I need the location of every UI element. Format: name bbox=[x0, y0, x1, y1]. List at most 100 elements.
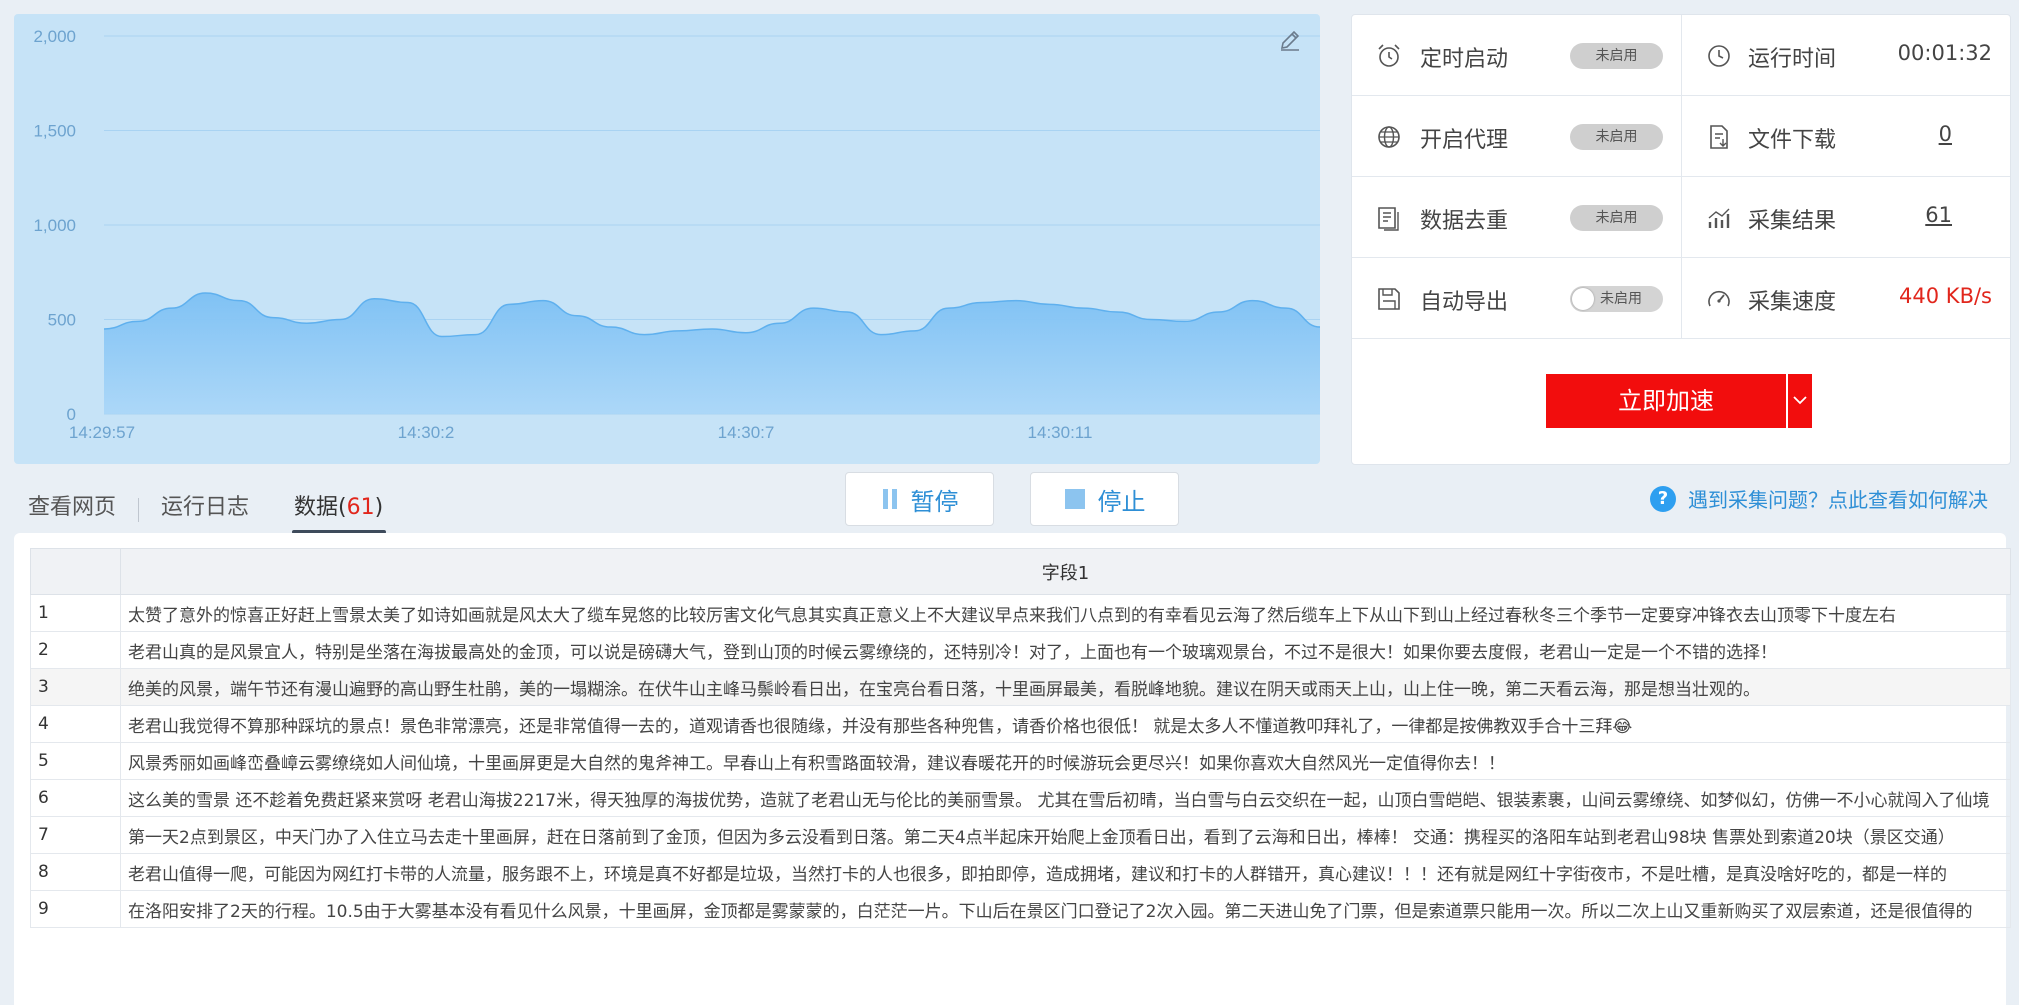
row-field1[interactable]: 在洛阳安排了2天的行程。10.5由于大雾基本没有看见什么风景，十里画屏，金顶都是… bbox=[120, 890, 2011, 928]
column-header-field1[interactable]: 字段1 bbox=[120, 548, 2011, 595]
y-tick-label: 1,500 bbox=[33, 122, 76, 141]
row-index: 4 bbox=[30, 705, 121, 743]
pause-button[interactable]: 暂停 bbox=[845, 472, 994, 526]
row-index: 1 bbox=[30, 594, 121, 632]
accelerate-button[interactable]: 立即加速 bbox=[1546, 374, 1786, 428]
row-field1[interactable]: 老君山我觉得不算那种踩坑的景点！景色非常漂亮，还是非常值得一去的，道观请香也很随… bbox=[120, 705, 2011, 743]
proxy-badge[interactable]: 未启用 bbox=[1570, 124, 1663, 150]
globe-icon bbox=[1378, 126, 1400, 148]
row-index: 9 bbox=[30, 890, 121, 928]
dedup-label: 数据去重 bbox=[1420, 209, 1509, 234]
y-tick-label: 1,000 bbox=[33, 216, 76, 235]
row-field1[interactable]: 这么美的雪景 还不趁着免费赶紧来赏呀 老君山海拔2217米，得天独厚的海拔优势，… bbox=[120, 779, 2011, 817]
tab-view-page[interactable]: 查看网页 bbox=[28, 488, 116, 532]
file-download-icon bbox=[1710, 125, 1728, 149]
accelerate-dropdown[interactable] bbox=[1786, 374, 1812, 428]
table-row[interactable]: 9 在洛阳安排了2天的行程。10.5由于大雾基本没有看见什么风景，十里画屏，金顶都… bbox=[30, 890, 2011, 928]
chart-canvas: 2,000 1,500 1,000 500 014:29:57 14:30:2 14:30:… bbox=[33, 27, 1320, 442]
speed-value: 440 KB/s bbox=[1899, 284, 1992, 308]
table-row[interactable]: 2 老君山真的是风景宜人，特别是坐落在海拔最高处的金顶，可以说是磅礴大气，登到山顶… bbox=[30, 631, 2011, 669]
question-icon: ? bbox=[1650, 485, 1676, 512]
tab-data-count: 61 bbox=[346, 495, 375, 520]
tab-data-suffix: ) bbox=[374, 495, 384, 520]
status-row-3: 数据去重 未启用 采集结果 61 bbox=[1352, 177, 2010, 258]
save-export-icon bbox=[1378, 288, 1400, 310]
status-row-4: 自动导出 未启用 采集速度 440 KB/s bbox=[1352, 258, 2010, 339]
chevron-down-icon bbox=[1793, 396, 1807, 405]
row-index: 7 bbox=[30, 816, 121, 854]
data-table: 字段1 1 太赞了意外的惊喜正好赶上雪景太美了如诗如画就是风太大了缆车晃悠的比较厉… bbox=[30, 548, 2011, 928]
dedup: 数据去重 未启用 bbox=[1352, 177, 1681, 257]
scheduled-start: 定时启动 未启用 bbox=[1352, 15, 1681, 95]
table-row[interactable]: 8 老君山值得一爬，可能因为网红打卡带的人流量，服务跟不上，环境是真不好都是垃圾，… bbox=[30, 853, 2011, 891]
table-row[interactable]: 3 绝美的风景，端午节还有漫山遍野的高山野生杜鹃，美的一塌糊涂。在伏牛山主峰马鬃岭… bbox=[30, 668, 2011, 706]
x-tick-label: 14:30:11 bbox=[1028, 423, 1093, 442]
table-row[interactable]: 7 第一天2点到景区，中天门办了入住立马去走十里画屏，赶在日落前到了金顶，但因为多… bbox=[30, 816, 2011, 854]
toggle-knob bbox=[1572, 288, 1594, 310]
auto-export-toggle-text: 未启用 bbox=[1600, 291, 1642, 307]
tab-data-prefix: 数据( bbox=[294, 495, 347, 520]
table-header-row: 字段1 bbox=[30, 548, 2011, 595]
tab-data[interactable]: 数据(61) bbox=[292, 488, 387, 534]
row-index: 6 bbox=[30, 779, 121, 817]
scheduled-start-badge[interactable]: 未启用 bbox=[1570, 43, 1663, 69]
speed-chart: 2,000 1,500 1,000 500 0 14:29:57 14:30:2 14:30:… bbox=[14, 14, 1320, 464]
help-text: 遇到采集问题？点此查看如何解决 bbox=[1688, 488, 1988, 512]
row-field1[interactable]: 老君山值得一爬，可能因为网红打卡带的人流量，服务跟不上，环境是真不好都是垃圾，当… bbox=[120, 853, 2011, 891]
status-panel: 定时启动 未启用 运行时间 00:01:32 开启代理 未启用 文件下载 0 数… bbox=[1351, 14, 2011, 465]
proxy-label: 开启代理 bbox=[1420, 128, 1509, 153]
stop-label: 停止 bbox=[1097, 487, 1146, 516]
x-tick-label: 14:29:57 bbox=[69, 423, 135, 442]
x-tick-label: 14:30:2 bbox=[398, 423, 455, 442]
file-download-count[interactable]: 0 bbox=[1939, 122, 1952, 146]
table-row[interactable]: 5 风景秀丽如画峰峦叠嶂云雾缭绕如人间仙境，十里画屏更是大自然的鬼斧神工。早春山上… bbox=[30, 742, 2011, 780]
row-field1[interactable]: 第一天2点到景区，中天门办了入住立马去走十里画屏，赶在日落前到了金顶，但因为多云… bbox=[120, 816, 2011, 854]
run-time: 运行时间 00:01:32 bbox=[1682, 15, 2010, 95]
table-row[interactable]: 1 太赞了意外的惊喜正好赶上雪景太美了如诗如画就是风太大了缆车晃悠的比较厉害文化气… bbox=[30, 594, 2011, 632]
help-link[interactable]: ? 遇到采集问题？点此查看如何解决 bbox=[1650, 484, 1988, 513]
pause-icon bbox=[882, 489, 897, 509]
row-field1[interactable]: 绝美的风景，端午节还有漫山遍野的高山野生杜鹃，美的一塌糊涂。在伏牛山主峰马鬃岭看… bbox=[120, 668, 2011, 706]
speed-label: 采集速度 bbox=[1748, 290, 1837, 315]
bar-chart-icon bbox=[1708, 208, 1730, 228]
x-tick-label: 14:30:7 bbox=[718, 423, 775, 442]
speed-area bbox=[104, 293, 1320, 414]
edit-icon[interactable] bbox=[1278, 28, 1302, 52]
speed: 采集速度 440 KB/s bbox=[1682, 258, 2010, 338]
clock-icon bbox=[1708, 45, 1730, 67]
pause-label: 暂停 bbox=[910, 487, 959, 516]
row-field1[interactable]: 太赞了意外的惊喜正好赶上雪景太美了如诗如画就是风太大了缆车晃悠的比较厉害文化气息… bbox=[120, 594, 2011, 632]
y-tick-label: 0 bbox=[67, 405, 76, 424]
alarm-clock-icon bbox=[1378, 44, 1400, 67]
y-tick-label: 500 bbox=[48, 311, 76, 330]
auto-export: 自动导出 未启用 bbox=[1352, 258, 1681, 338]
auto-export-toggle[interactable]: 未启用 bbox=[1570, 286, 1663, 312]
auto-export-label: 自动导出 bbox=[1420, 290, 1509, 315]
tab-divider bbox=[138, 498, 140, 522]
row-index: 8 bbox=[30, 853, 121, 891]
row-field1[interactable]: 风景秀丽如画峰峦叠嶂云雾缭绕如人间仙境，十里画屏更是大自然的鬼斧神工。早春山上有… bbox=[120, 742, 2011, 780]
results-count[interactable]: 61 bbox=[1925, 203, 1952, 227]
dedup-icon bbox=[1378, 207, 1399, 231]
tab-divider bbox=[271, 498, 272, 522]
run-time-value: 00:01:32 bbox=[1897, 41, 1992, 65]
stop-button[interactable]: 停止 bbox=[1030, 472, 1179, 526]
status-row-1: 定时启动 未启用 运行时间 00:01:32 bbox=[1352, 15, 2010, 96]
table-row[interactable]: 6 这么美的雪景 还不趁着免费赶紧来赏呀 老君山海拔2217米，得天独厚的海拔优势… bbox=[30, 779, 2011, 817]
scheduled-start-label: 定时启动 bbox=[1420, 47, 1509, 72]
row-field1[interactable]: 老君山真的是风景宜人，特别是坐落在海拔最高处的金顶，可以说是磅礴大气，登到山顶的… bbox=[120, 631, 2011, 669]
dedup-badge[interactable]: 未启用 bbox=[1570, 205, 1663, 231]
accelerate-group: 立即加速 bbox=[1546, 374, 1812, 428]
proxy: 开启代理 未启用 bbox=[1352, 96, 1681, 176]
row-index: 2 bbox=[30, 631, 121, 669]
table-row[interactable]: 4 老君山我觉得不算那种踩坑的景点！景色非常漂亮，还是非常值得一去的，道观请香也很… bbox=[30, 705, 2011, 743]
results: 采集结果 61 bbox=[1682, 177, 2010, 257]
data-table-panel: 字段1 1 太赞了意外的惊喜正好赶上雪景太美了如诗如画就是风太大了缆车晃悠的比较厉… bbox=[14, 533, 2011, 1005]
tab-run-log[interactable]: 运行日志 bbox=[161, 488, 249, 532]
index-column-header bbox=[30, 548, 121, 595]
file-download: 文件下载 0 bbox=[1682, 96, 2010, 176]
stop-icon bbox=[1064, 489, 1085, 509]
run-time-label: 运行时间 bbox=[1748, 47, 1837, 72]
y-tick-label: 2,000 bbox=[33, 27, 76, 46]
speedometer-icon bbox=[1708, 290, 1730, 307]
